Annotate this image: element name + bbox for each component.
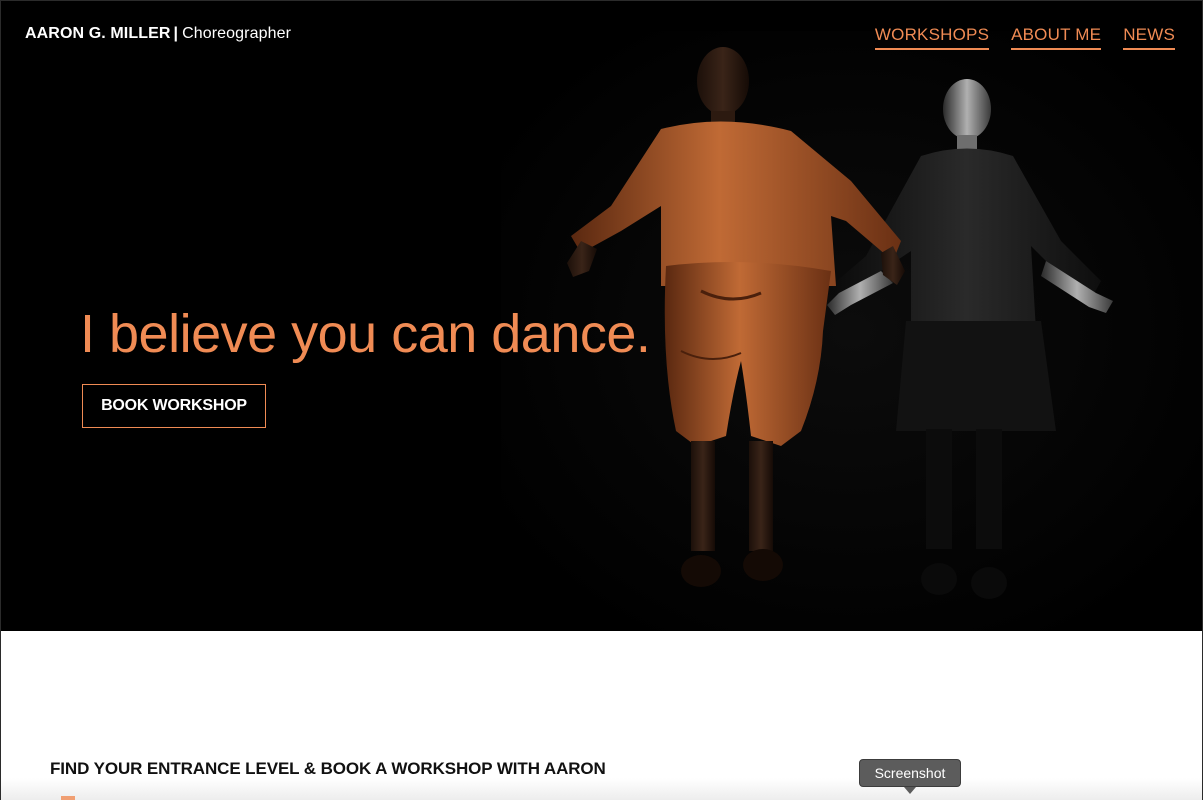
screenshot-tooltip: Screenshot bbox=[859, 759, 961, 787]
tooltip-tail bbox=[904, 787, 916, 794]
nav-item-news[interactable]: NEWS bbox=[1123, 25, 1175, 50]
section-title: FIND YOUR ENTRANCE LEVEL & BOOK A WORKSH… bbox=[50, 759, 606, 778]
content-peek bbox=[61, 796, 75, 800]
brand-role: Choreographer bbox=[182, 25, 292, 42]
nav-item-about-me[interactable]: ABOUT ME bbox=[1011, 25, 1102, 50]
site-brand[interactable]: AARON G. MILLER | Choreographer bbox=[25, 25, 291, 43]
bottom-fade bbox=[1, 778, 1202, 800]
book-workshop-button[interactable]: BOOK WORKSHOP bbox=[82, 384, 266, 428]
main-nav: WORKSHOPS ABOUT ME NEWS bbox=[874, 25, 1175, 50]
page-frame: AARON G. MILLER | Choreographer WORKSHOPS … bbox=[0, 0, 1203, 800]
nav-item-workshops[interactable]: WORKSHOPS bbox=[874, 25, 990, 50]
brand-separator: | bbox=[173, 25, 179, 42]
brand-name: AARON G. MILLER bbox=[25, 25, 171, 42]
hero-headline: I believe you can dance. bbox=[80, 304, 651, 364]
hero-section: AARON G. MILLER | Choreographer WORKSHOPS … bbox=[1, 1, 1202, 631]
